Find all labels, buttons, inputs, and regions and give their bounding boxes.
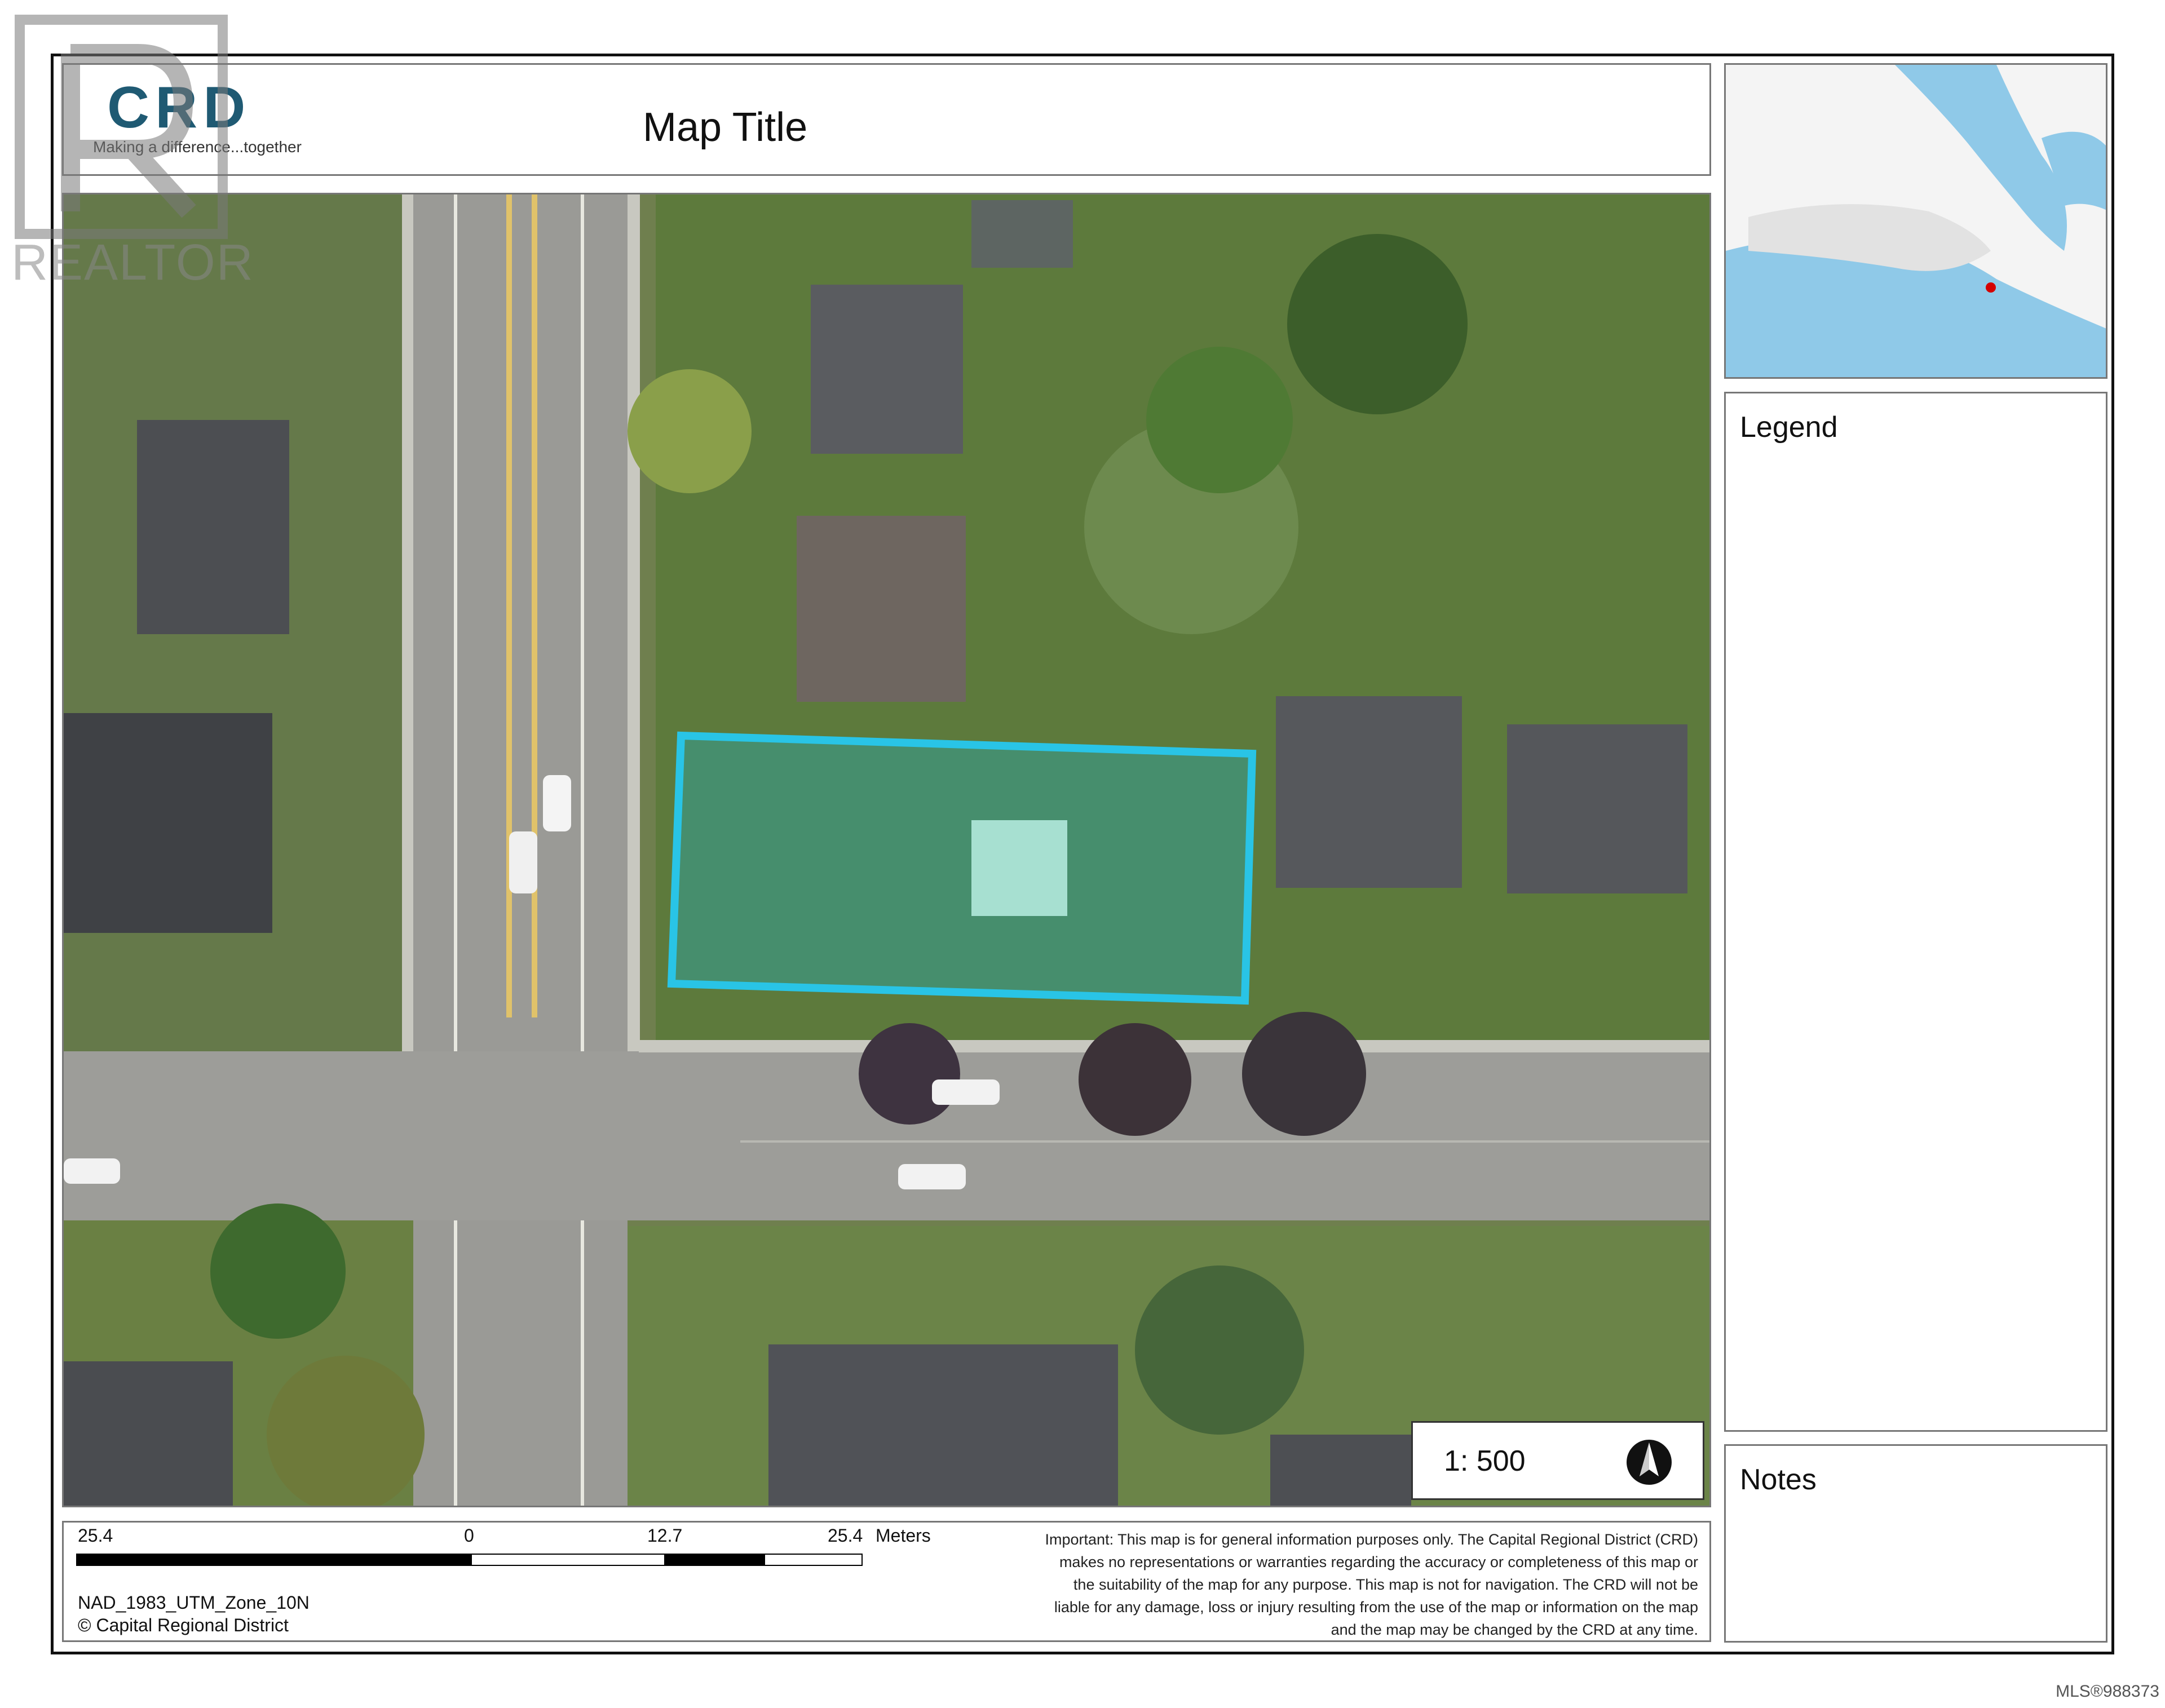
locator-map-graphic	[1726, 65, 2106, 377]
projection-label: NAD_1983_UTM_Zone_10N	[78, 1592, 310, 1613]
realtor-watermark-text: REALTOR	[11, 234, 254, 291]
title-panel	[62, 63, 1711, 176]
scale-ratio-box: 1: 500	[1411, 1421, 1704, 1500]
aerial-map[interactable]: 1: 500	[62, 193, 1711, 1507]
scale-tick-left: 25.4	[78, 1525, 113, 1546]
aerial-imagery	[64, 194, 1709, 1506]
legend-panel: Legend	[1724, 392, 2107, 1432]
scale-tick-right: 25.4	[828, 1525, 863, 1546]
scale-tick-mid: 12.7	[647, 1525, 683, 1546]
realtor-logo-icon	[15, 15, 228, 239]
inset-locator-map	[1724, 63, 2107, 379]
footer-panel: 25.4 0 12.7 25.4 Meters NAD_1983_UTM_Zon…	[62, 1521, 1711, 1642]
location-marker	[1986, 282, 1996, 293]
notes-panel: Notes	[1724, 1444, 2107, 1643]
copyright-label: © Capital Regional District	[78, 1615, 289, 1635]
north-arrow-icon	[1627, 1440, 1672, 1485]
mls-number: MLS®988373	[2056, 1682, 2159, 1701]
disclaimer-text: Important: This map is for general infor…	[1045, 1531, 1698, 1638]
scale-ratio: 1: 500	[1444, 1445, 1526, 1477]
scale-tick-zero: 0	[464, 1525, 474, 1546]
legend-label: Legend	[1740, 411, 1838, 444]
map-title: Map Title	[643, 105, 808, 150]
property-boundary[interactable]	[667, 731, 1257, 1005]
scale-units: Meters	[876, 1525, 931, 1546]
notes-label: Notes	[1740, 1463, 1817, 1496]
